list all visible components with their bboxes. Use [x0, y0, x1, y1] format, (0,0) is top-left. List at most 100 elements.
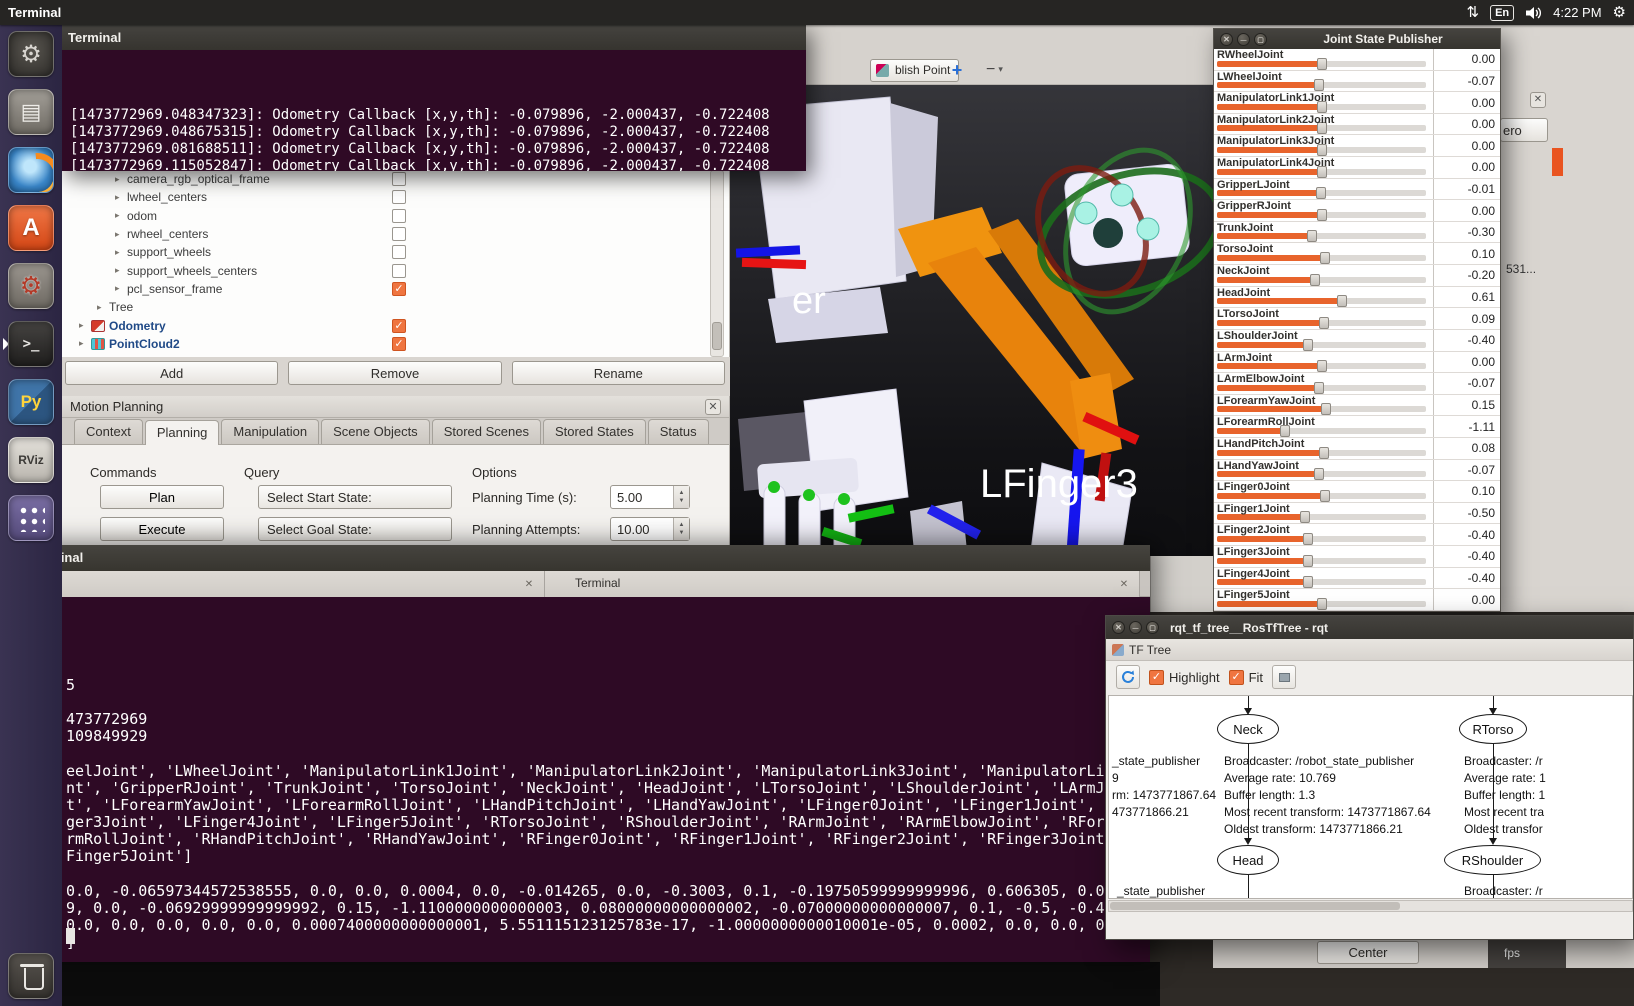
expand-arrow-icon[interactable] — [79, 338, 91, 349]
tf-node-neck[interactable]: Neck — [1217, 714, 1279, 744]
expand-arrow-icon[interactable] — [115, 229, 127, 240]
displays-action-button[interactable]: Rename — [512, 361, 725, 385]
slider-handle[interactable] — [1314, 79, 1324, 91]
launcher-item-terminal[interactable]: >_ — [6, 320, 56, 368]
joint-slider[interactable] — [1217, 558, 1426, 564]
enabled-checkbox[interactable] — [392, 264, 406, 278]
launcher-item-dash[interactable]: ⚙ — [6, 30, 56, 78]
slider-handle[interactable] — [1321, 403, 1331, 415]
joint-slider[interactable] — [1217, 579, 1426, 585]
highlight-checkbox-group[interactable]: Highlight — [1149, 670, 1220, 685]
save-image-button[interactable] — [1272, 665, 1296, 689]
window-minimize-button[interactable] — [1129, 621, 1142, 634]
displays-action-button[interactable]: Add — [65, 361, 278, 385]
joint-slider[interactable] — [1217, 536, 1426, 542]
enabled-checkbox[interactable] — [392, 190, 406, 204]
select-start-state-dropdown[interactable]: Select Start State: — [258, 485, 452, 509]
joint-slider[interactable] — [1217, 147, 1426, 153]
expand-arrow-icon[interactable] — [79, 320, 91, 331]
slider-handle[interactable] — [1316, 187, 1326, 199]
expand-arrow-icon[interactable] — [115, 247, 127, 258]
remove-tool-button[interactable]: − — [982, 60, 1012, 82]
joint-slider[interactable] — [1217, 212, 1426, 218]
tab-close-icon[interactable] — [522, 577, 536, 591]
graph-hscrollbar[interactable] — [1108, 900, 1633, 912]
plan-button[interactable]: Plan — [100, 485, 224, 509]
tf-node-head[interactable]: Head — [1217, 845, 1279, 875]
launcher-icon[interactable]: ▤ — [8, 89, 54, 135]
select-goal-state-dropdown[interactable]: Select Goal State: — [258, 517, 452, 541]
slider-handle[interactable] — [1319, 447, 1329, 459]
launcher-item-apps[interactable] — [6, 494, 56, 542]
keyboard-layout-indicator[interactable]: En — [1490, 5, 1514, 21]
slider-handle[interactable] — [1303, 576, 1313, 588]
launcher-item-system-settings[interactable]: ⚙ — [6, 262, 56, 310]
launcher-item-firefox[interactable] — [6, 146, 56, 194]
tree-item[interactable]: PointCloud2 — [62, 335, 707, 353]
tree-item[interactable]: lwheel_centers — [62, 188, 707, 206]
slider-handle[interactable] — [1317, 209, 1327, 221]
motion-planning-tab[interactable]: Context — [74, 419, 143, 444]
joint-slider[interactable] — [1217, 233, 1426, 239]
launcher-item-software-center[interactable]: A — [6, 204, 56, 252]
scrollbar-thumb[interactable] — [712, 322, 722, 350]
launcher-icon[interactable]: ⚙ — [8, 31, 54, 77]
joint-slider[interactable] — [1217, 298, 1426, 304]
terminal-output[interactable]: [1473772969.048347323]: Odometry Callbac… — [62, 50, 806, 171]
joint-slider[interactable] — [1217, 169, 1426, 175]
terminal-output[interactable]: 5473772969109849929eelJoint', 'LWheelJoi… — [0, 597, 1150, 962]
launcher-icon[interactable]: RViz — [8, 437, 54, 483]
slider-handle[interactable] — [1303, 533, 1313, 545]
enabled-checkbox[interactable] — [392, 337, 406, 351]
expand-arrow-icon[interactable] — [97, 302, 109, 313]
motion-planning-tab[interactable]: Stored Scenes — [432, 419, 541, 444]
slider-handle[interactable] — [1317, 58, 1327, 70]
tree-item[interactable]: rwheel_centers — [62, 225, 707, 243]
rqt-titlebar[interactable]: rqt_tf_tree__RosTfTree - rqt — [1106, 616, 1633, 639]
window-maximize-button[interactable] — [1254, 33, 1267, 46]
slider-handle[interactable] — [1319, 317, 1329, 329]
window-close-button[interactable] — [1220, 33, 1233, 46]
expand-arrow-icon[interactable] — [115, 265, 127, 276]
slider-handle[interactable] — [1307, 230, 1317, 242]
close-panel-button[interactable] — [705, 399, 721, 415]
tree-item[interactable]: support_wheels — [62, 243, 707, 261]
expand-arrow-icon[interactable] — [115, 210, 127, 221]
slider-handle[interactable] — [1300, 511, 1310, 523]
close-panel-button[interactable] — [1530, 92, 1546, 108]
enabled-checkbox[interactable] — [392, 209, 406, 223]
tf-node-rshoulder[interactable]: RShoulder — [1444, 845, 1541, 875]
tf-graph-canvas[interactable]: Neck RTorso Head RShoulder _state_publis… — [1108, 695, 1633, 899]
joint-slider[interactable] — [1217, 190, 1426, 196]
tree-item[interactable]: camera_rgb_optical_frame — [62, 170, 707, 188]
window-minimize-button[interactable] — [1237, 33, 1250, 46]
expand-arrow-icon[interactable] — [115, 192, 127, 203]
zero-button-clipped[interactable]: ero — [1500, 118, 1548, 142]
slider-handle[interactable] — [1317, 360, 1327, 372]
launcher-icon[interactable]: Py — [8, 379, 54, 425]
center-button[interactable]: Center — [1317, 941, 1419, 964]
slider-handle[interactable] — [1303, 339, 1313, 351]
launcher-icon[interactable] — [8, 495, 54, 541]
expand-arrow-icon[interactable] — [115, 283, 127, 294]
joint-slider[interactable] — [1217, 277, 1426, 283]
terminal-titlebar[interactable]: Terminal — [0, 545, 1150, 571]
add-tool-button[interactable]: + — [946, 60, 968, 82]
launcher-icon[interactable]: A — [8, 205, 54, 251]
launcher-icon[interactable]: >_ — [8, 321, 54, 367]
joint-slider[interactable] — [1217, 493, 1426, 499]
tf-node-rtorso[interactable]: RTorso — [1459, 714, 1527, 744]
joint-slider[interactable] — [1217, 342, 1426, 348]
window-close-button[interactable] — [1112, 621, 1125, 634]
motion-planning-tab[interactable]: Manipulation — [221, 419, 319, 444]
highlight-checkbox[interactable] — [1149, 670, 1164, 685]
spinbox-arrows-icon[interactable] — [673, 518, 689, 540]
slider-handle[interactable] — [1320, 252, 1330, 264]
terminal-tab-2[interactable]: Terminal — [545, 571, 1140, 597]
tree-item[interactable]: pcl_sensor_frame — [62, 280, 707, 298]
tree-item[interactable]: odom — [62, 207, 707, 225]
joint-slider[interactable] — [1217, 450, 1426, 456]
slider-handle[interactable] — [1314, 382, 1324, 394]
launcher-item-files[interactable]: ▤ — [6, 88, 56, 136]
volume-icon[interactable] — [1525, 6, 1542, 20]
